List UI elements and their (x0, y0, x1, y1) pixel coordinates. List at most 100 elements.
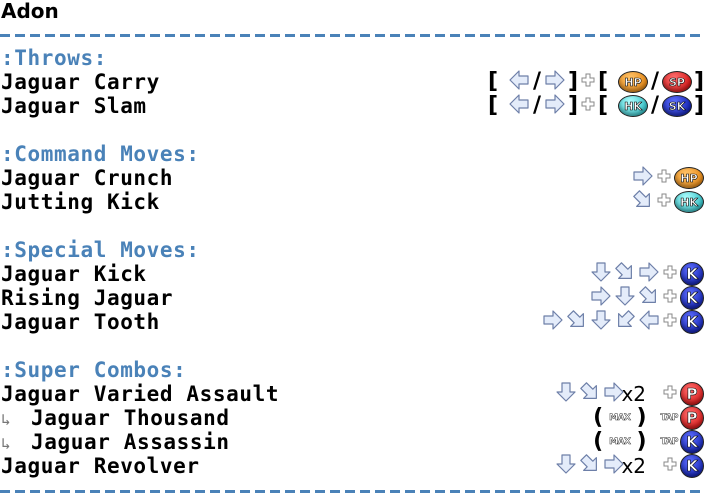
move-name-text: Rising Jaguar (1, 286, 174, 310)
move-name: Jaguar Revolver (1, 454, 200, 478)
bracket: [ (598, 93, 609, 118)
button-sp-icon: SP (662, 71, 692, 93)
arrow-back-icon (638, 309, 660, 335)
bracket: ] (694, 93, 705, 118)
bracket: ( (593, 405, 604, 430)
sub-move-arrow-icon: ↳ (1, 434, 12, 453)
move-name: Jaguar Carry (1, 70, 160, 94)
plus-icon (656, 192, 672, 212)
arrow-down-forward-icon (614, 261, 636, 287)
arrow-down-icon (555, 453, 577, 479)
move-row: ↳ Jaguar Thousand (MAX) TAP P (0, 406, 705, 430)
arrow-forward-icon (544, 69, 566, 95)
section-title: :Throws: (1, 46, 107, 70)
section-title: :Super Combos: (1, 358, 187, 382)
move-row: Jaguar Varied Assault x2 P (0, 382, 705, 406)
move-row: ↳ Jaguar Assassin (MAX) TAP K (0, 430, 705, 454)
move-row: Jaguar Slam[ / ][HK / SK] (0, 94, 705, 118)
bracket: [ (488, 69, 499, 94)
move-row: Jaguar Revolver x2 K (0, 454, 705, 478)
arrow-back-icon (508, 93, 530, 119)
move-input: [ / ][HP / SP] (488, 69, 704, 95)
button-sk-icon: SK (662, 95, 692, 117)
move-row: Jaguar Crunch HP (0, 166, 705, 190)
plus-icon (580, 96, 596, 116)
section-header: :Special Moves: (0, 238, 705, 262)
move-row: Jaguar Kick K (0, 262, 705, 286)
section-title: :Command Moves: (1, 142, 200, 166)
section-header: :Throws: (0, 46, 705, 70)
move-input: [ / ][HK / SK] (488, 93, 705, 119)
move-name: Jaguar Varied Assault (1, 382, 279, 406)
move-name-text: Jaguar Varied Assault (1, 382, 280, 406)
or-separator: / (650, 93, 660, 118)
arrow-back-icon (508, 69, 530, 95)
plus-icon (580, 72, 596, 92)
arrow-down-forward-icon (638, 285, 660, 311)
move-name: ↳ Jaguar Thousand (1, 406, 230, 432)
character-name: Adon (1, 0, 59, 23)
move-name: Jaguar Crunch (1, 166, 173, 190)
move-input: (MAX) TAP K (593, 429, 704, 454)
move-input: K (542, 309, 704, 335)
move-name-text: Jaguar Tooth (1, 310, 160, 334)
button-hp-icon: HP (618, 71, 648, 93)
button-p-icon: P (680, 382, 704, 406)
arrow-down-icon (614, 285, 636, 311)
or-separator: / (650, 69, 660, 94)
arrow-down-forward-icon (566, 309, 588, 335)
arrow-down-forward-icon (632, 189, 654, 215)
bracket: ( (593, 429, 604, 454)
button-k-icon: K (680, 430, 704, 454)
plus-icon (662, 384, 678, 404)
button-k-icon: K (680, 262, 704, 286)
button-hp-icon: HP (674, 167, 704, 189)
arrow-forward-icon (542, 309, 564, 335)
move-name-text: Jaguar Kick (1, 262, 147, 286)
bracket: ) (636, 429, 647, 454)
button-hk-icon: HK (618, 95, 648, 117)
move-name: Jaguar Tooth (1, 310, 160, 334)
divider-bottom (0, 490, 705, 493)
section-title: :Special Moves: (1, 238, 200, 262)
move-input: (MAX) TAP P (593, 405, 704, 430)
move-row: Jaguar Carry[ / ][HP / SP] (0, 70, 705, 94)
tap-label: TAP (660, 413, 678, 424)
max-label: MAX (609, 413, 631, 424)
move-row: Jaguar Tooth K (0, 310, 705, 334)
arrow-forward-icon (638, 261, 660, 287)
move-input: x2 P (555, 381, 704, 407)
arrow-down-icon (590, 309, 612, 335)
arrow-forward-icon (632, 165, 654, 191)
section-header: :Command Moves: (0, 142, 705, 166)
bracket: ] (568, 93, 579, 118)
bracket: [ (598, 69, 609, 94)
arrow-down-forward-icon (579, 381, 601, 407)
button-k-icon: K (680, 286, 704, 310)
or-separator: / (532, 69, 542, 94)
move-name-text: Jaguar Crunch (1, 166, 174, 190)
button-k-icon: K (680, 454, 704, 478)
move-name-text: Jutting Kick (1, 190, 160, 214)
move-input: HK (632, 189, 704, 215)
move-name-text: Jaguar Revolver (1, 454, 200, 478)
move-name: ↳ Jaguar Assassin (1, 430, 230, 456)
arrow-forward-icon (590, 285, 612, 311)
button-k-icon: K (680, 310, 704, 334)
arrow-down-icon (555, 381, 577, 407)
bracket: ] (568, 69, 579, 94)
move-name: Rising Jaguar (1, 286, 173, 310)
tap-label: TAP (660, 437, 678, 448)
bracket: [ (488, 93, 499, 118)
plus-icon (656, 168, 672, 188)
move-row: Jutting Kick HK (0, 190, 705, 214)
move-input: HP (632, 165, 704, 191)
arrow-down-icon (590, 261, 612, 287)
section-header: :Super Combos: (0, 358, 705, 382)
move-input: K (590, 285, 704, 311)
move-name: Jaguar Kick (1, 262, 147, 286)
move-name-text: Jaguar Slam (1, 94, 147, 118)
move-name-text: Jaguar Assassin (31, 430, 230, 454)
arrow-down-back-icon (614, 309, 636, 335)
repeat-label: x2 (621, 454, 646, 478)
